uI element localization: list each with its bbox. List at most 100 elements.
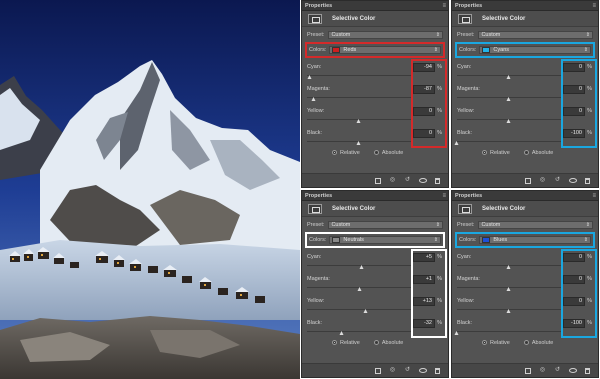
slider-thumb[interactable] <box>506 287 511 291</box>
slider-value-input[interactable]: -87 <box>413 85 435 94</box>
panel-title-bar[interactable]: Properties ≡ <box>302 1 448 11</box>
slider-thumb[interactable] <box>307 75 312 79</box>
radio-off-icon <box>373 150 379 156</box>
slider-value-input[interactable]: -100 <box>563 319 585 328</box>
view-previous-icon[interactable]: ◎ <box>389 367 396 374</box>
slider-value-input[interactable]: 0 <box>563 107 585 116</box>
clip-to-layer-icon[interactable] <box>375 177 381 184</box>
slider-cyan: Cyan: 0 % <box>457 251 593 273</box>
slider-thumb[interactable] <box>356 141 361 145</box>
view-previous-icon[interactable]: ◎ <box>539 367 546 374</box>
slider-track[interactable] <box>307 309 411 310</box>
slider-value-input[interactable]: +1 <box>413 275 435 284</box>
slider-value-input[interactable]: -94 <box>413 63 435 72</box>
preset-dropdown[interactable]: Custom ⇕ <box>328 31 443 39</box>
visibility-eye-icon[interactable] <box>569 178 577 183</box>
slider-value-input[interactable]: +13 <box>413 297 435 306</box>
slider-thumb[interactable] <box>506 265 511 269</box>
slider-thumb[interactable] <box>506 75 511 79</box>
radio-absolute[interactable]: Absolute <box>523 150 553 156</box>
slider-thumb[interactable] <box>311 97 316 101</box>
slider-value-input[interactable]: 0 <box>563 253 585 262</box>
radio-relative[interactable]: Relative <box>332 150 360 156</box>
slider-track[interactable] <box>457 141 561 142</box>
slider-value-input[interactable]: 0 <box>413 107 435 116</box>
radio-relative-label: Relative <box>340 150 360 156</box>
slider-value-input[interactable]: 0 <box>563 297 585 306</box>
radio-relative[interactable]: Relative <box>482 340 510 346</box>
view-previous-icon[interactable]: ◎ <box>539 177 546 184</box>
slider-label: Cyan: <box>307 254 322 260</box>
view-previous-icon[interactable]: ◎ <box>389 177 396 184</box>
visibility-eye-icon[interactable] <box>419 178 427 183</box>
panel-menu-icon[interactable]: ≡ <box>592 193 595 199</box>
preset-dropdown[interactable]: Custom ⇕ <box>478 221 593 229</box>
sliders-group: Cyan: 0 % Magenta: 0 % Yellow: 0 % Black… <box>452 249 598 339</box>
method-options: Relative Absolute <box>452 150 598 156</box>
slider-yellow: Yellow: 0 % <box>457 105 593 127</box>
slider-thumb[interactable] <box>454 331 459 335</box>
panel-title-bar[interactable]: Properties ≡ <box>452 191 598 201</box>
panel-menu-icon[interactable]: ≡ <box>592 3 595 9</box>
radio-absolute[interactable]: Absolute <box>373 340 403 346</box>
preset-dropdown[interactable]: Custom ⇕ <box>328 221 443 229</box>
radio-relative[interactable]: Relative <box>332 340 360 346</box>
slider-track[interactable] <box>307 97 411 98</box>
radio-absolute[interactable]: Absolute <box>523 340 553 346</box>
slider-thumb[interactable] <box>339 331 344 335</box>
clip-to-layer-icon[interactable] <box>525 177 531 184</box>
sliders-group: Cyan: 0 % Magenta: 0 % Yellow: 0 % Black… <box>452 59 598 149</box>
preset-value: Custom <box>331 32 351 38</box>
slider-thumb[interactable] <box>506 119 511 123</box>
slider-thumb[interactable] <box>363 309 368 313</box>
visibility-eye-icon[interactable] <box>419 368 427 373</box>
radio-relative[interactable]: Relative <box>482 150 510 156</box>
slider-value-input[interactable]: -100 <box>563 129 585 138</box>
radio-off-icon <box>523 340 529 346</box>
reset-icon[interactable]: ↺ <box>404 177 411 184</box>
trash-icon[interactable] <box>585 177 590 184</box>
slider-thumb[interactable] <box>356 119 361 123</box>
colors-dropdown[interactable]: Blues ⇕ <box>479 236 591 244</box>
panel-title-bar[interactable]: Properties ≡ <box>302 191 448 201</box>
slider-thumb[interactable] <box>359 265 364 269</box>
trash-icon[interactable] <box>435 177 440 184</box>
slider-value-input[interactable]: +5 <box>413 253 435 262</box>
slider-track[interactable] <box>307 75 411 76</box>
radio-absolute[interactable]: Absolute <box>373 150 403 156</box>
slider-label: Magenta: <box>307 86 330 92</box>
slider-black: Black: -32 % <box>307 317 443 339</box>
trash-icon[interactable] <box>585 367 590 374</box>
reset-icon[interactable]: ↺ <box>554 177 561 184</box>
slider-value-input[interactable]: 0 <box>563 85 585 94</box>
slider-value-input[interactable]: 0 <box>413 129 435 138</box>
visibility-eye-icon[interactable] <box>569 368 577 373</box>
slider-label: Magenta: <box>307 276 330 282</box>
panel-menu-icon[interactable]: ≡ <box>442 193 445 199</box>
percent-label: % <box>587 298 592 304</box>
slider-thumb[interactable] <box>506 309 511 313</box>
clip-to-layer-icon[interactable] <box>375 367 381 374</box>
colors-dropdown[interactable]: Cyans ⇕ <box>479 46 591 54</box>
slider-value-input[interactable]: 0 <box>563 63 585 72</box>
slider-value-input[interactable]: -32 <box>413 319 435 328</box>
slider-thumb[interactable] <box>357 287 362 291</box>
slider-thumb[interactable] <box>506 97 511 101</box>
colors-dropdown[interactable]: Reds ⇕ <box>329 46 441 54</box>
slider-track[interactable] <box>307 331 411 332</box>
reset-icon[interactable]: ↺ <box>404 367 411 374</box>
trash-icon[interactable] <box>435 367 440 374</box>
clip-to-layer-icon[interactable] <box>525 367 531 374</box>
colors-dropdown[interactable]: Neutrals ⇕ <box>329 236 441 244</box>
preset-dropdown[interactable]: Custom ⇕ <box>478 31 593 39</box>
slider-value-input[interactable]: 0 <box>563 275 585 284</box>
selective-color-icon <box>458 203 472 214</box>
color-swatch <box>332 47 341 53</box>
slider-label: Yellow: <box>307 108 325 114</box>
method-options: Relative Absolute <box>452 340 598 346</box>
slider-thumb[interactable] <box>454 141 459 145</box>
reset-icon[interactable]: ↺ <box>554 367 561 374</box>
slider-track[interactable] <box>457 331 561 332</box>
panel-title-bar[interactable]: Properties ≡ <box>452 1 598 11</box>
panel-menu-icon[interactable]: ≡ <box>442 3 445 9</box>
